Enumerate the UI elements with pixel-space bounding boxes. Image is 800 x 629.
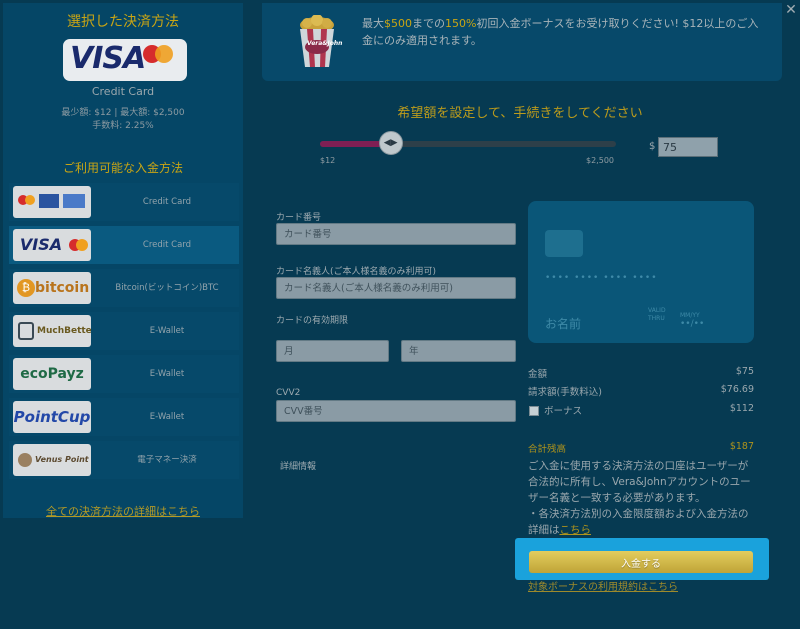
valid-thru-label: VALID THRU <box>648 307 666 322</box>
popcorn-cup-icon: Vera&John <box>295 14 343 69</box>
card-holder-label: カード名義人(ご本人様名義のみ利用可) <box>276 267 437 277</box>
card-number-mask: •••• •••• •••• •••• <box>545 273 658 283</box>
expiry-month-input[interactable] <box>276 340 389 362</box>
slider-min-label: $12 <box>320 156 336 165</box>
selected-method-name: Credit Card <box>91 85 155 98</box>
selected-method-title: 選択した決済方法 <box>67 14 179 30</box>
expiry-label: カードの有効期限 <box>276 316 349 326</box>
payment-method-visa[interactable]: VISA Credit Card <box>9 226 239 264</box>
payment-method-label: Bitcoin(ビットコイン)BTC <box>115 283 219 293</box>
payment-method-venus-point[interactable]: Venus Point 電子マネー決済 <box>9 441 239 479</box>
payment-method-pointcup[interactable]: PointCup E-Wallet <box>9 398 239 436</box>
card-name-placeholder: お名前 <box>545 317 582 331</box>
payment-method-label: E-Wallet <box>149 326 185 336</box>
limits-text: 最少額: $12 | 最大額: $2,500 <box>61 108 185 118</box>
amount-slider-track[interactable] <box>320 141 616 147</box>
payment-method-label: E-Wallet <box>149 369 185 379</box>
billing-label: 請求額(手数料込) <box>528 387 602 398</box>
payment-method-bitcoin[interactable]: ₿ bitcoin Bitcoin(ビットコイン)BTC <box>9 269 239 307</box>
promo-text: 最大$500までの150%初回入金ボーナスをお受け取りください! $12以上のご… <box>362 17 759 47</box>
bonus-value: $112 <box>729 403 754 414</box>
payment-method-ecopayz[interactable]: ecoPayz E-Wallet <box>9 355 239 393</box>
card-number-label: カード番号 <box>276 213 322 223</box>
visa-icon: VISA <box>13 229 91 261</box>
total-value: $187 <box>729 441 754 452</box>
venus-point-icon: Venus Point <box>13 444 91 476</box>
billing-value: $76.69 <box>720 384 754 395</box>
notice-link[interactable]: こちら <box>560 524 592 536</box>
selected-method-limits: 最少額: $12 | 最大額: $2,500 手数料: 2.25% <box>3 107 243 133</box>
amount-title: 希望額を設定して、手続きをしてください <box>397 106 643 121</box>
expiry-year-input[interactable] <box>401 340 516 362</box>
slider-max-label: $2,500 <box>586 156 614 165</box>
cvv-label: CVV2 <box>276 388 301 398</box>
payment-method-label: 電子マネー決済 <box>137 455 197 465</box>
visa-mastercard-logo: VISA <box>63 39 187 81</box>
card-number-input[interactable] <box>276 223 516 245</box>
amount-value: $75 <box>735 366 754 377</box>
currency-symbol: $ <box>649 141 656 152</box>
deposit-modal: 選択した決済方法 VISA Credit Card 最少額: $12 | 最大額… <box>0 0 800 629</box>
bonus-checkbox[interactable] <box>529 406 539 416</box>
total-label: 合計残高 <box>528 444 567 455</box>
chip-icon <box>545 230 583 257</box>
sidebar: 選択した決済方法 VISA Credit Card 最少額: $12 | 最大額… <box>3 3 243 518</box>
bonus-label: ボーナス <box>544 406 583 417</box>
all-methods-link[interactable]: 全ての決済方法の詳細はこちら <box>3 503 243 519</box>
bonus-terms-link[interactable]: 対象ボーナスの利用規約はこちら <box>528 578 678 593</box>
credit-card-logos-icon <box>13 186 91 218</box>
ecopayz-icon: ecoPayz <box>13 358 91 390</box>
amount-slider-handle[interactable]: ◀▶ <box>378 131 403 155</box>
card-expiry-mask: MM/YY ••/•• <box>680 312 705 329</box>
amount-label: 金額 <box>528 369 548 380</box>
available-methods-title: ご利用可能な入金方法 <box>62 161 183 175</box>
fee-text: 手数料: 2.25% <box>92 121 154 131</box>
payment-method-label: Credit Card <box>142 240 192 250</box>
promo-percent: 150% <box>445 17 477 30</box>
deposit-button[interactable]: 入金する <box>529 551 753 573</box>
card-holder-input[interactable] <box>276 277 516 299</box>
payment-method-muchbetter[interactable]: MuchBetter E-Wallet <box>9 312 239 350</box>
pointcup-icon: PointCup <box>13 401 91 433</box>
promo-banner: Vera&John 最大$500までの150%初回入金ボーナスをお受け取りくださ… <box>262 3 782 81</box>
close-icon[interactable]: ✕ <box>784 2 798 18</box>
bitcoin-icon: ₿ bitcoin <box>13 272 91 304</box>
details-label[interactable]: 詳細情報 <box>280 459 316 472</box>
card-preview: •••• •••• •••• •••• お名前 VALID THRU MM/YY… <box>528 201 754 343</box>
cup-text: Vera&John <box>307 40 343 47</box>
notice-text: ご入金に使用する決済方法の口座はユーザーが合法的に所有し、Vera&Johnアカ… <box>528 460 751 536</box>
cvv-input[interactable] <box>276 400 516 422</box>
payment-method-label: Credit Card <box>142 197 192 207</box>
amount-input[interactable] <box>658 137 718 157</box>
promo-amount: $500 <box>384 17 412 30</box>
payment-method-label: E-Wallet <box>149 412 185 422</box>
muchbetter-icon: MuchBetter <box>13 315 91 347</box>
payment-method-credit-card[interactable]: Credit Card <box>9 183 239 221</box>
